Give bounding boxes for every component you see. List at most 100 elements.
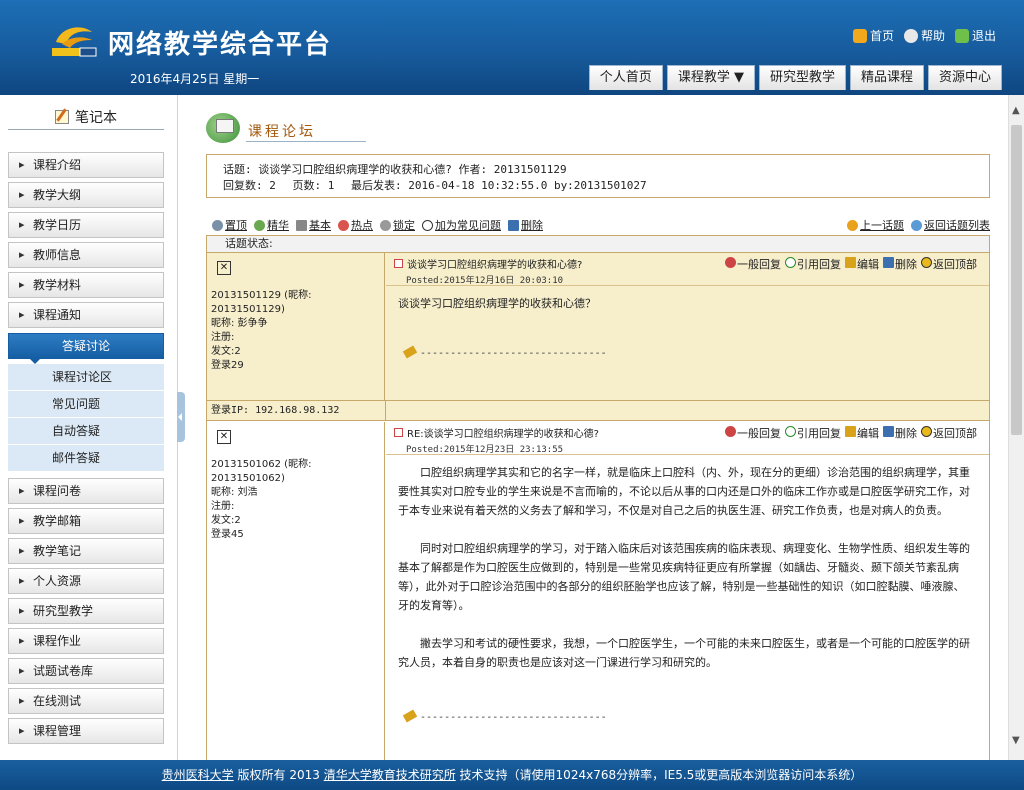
- post: ✕ 20131501129 (昵称: 20131501129) 昵称: 彭争争 …: [207, 253, 989, 421]
- logout-icon: [954, 28, 969, 43]
- date-text: 2016年4月25日 星期一: [130, 72, 260, 86]
- sidebar-item-course-admin[interactable]: 课程管理: [8, 718, 164, 744]
- scroll-down-icon[interactable]: ▼: [1012, 735, 1020, 746]
- school-link[interactable]: 贵州医科大学: [162, 768, 234, 782]
- sidebar-item-notices[interactable]: 课程通知: [8, 302, 164, 328]
- edit-button[interactable]: 编辑: [845, 256, 879, 272]
- post-content: 谈谈学习口腔组织病理学的收获和心德? Posted:2015年12月16日 20…: [386, 253, 989, 400]
- avatar-placeholder-icon: ✕: [217, 261, 231, 275]
- topic-info: 话题: 谈谈学习口腔组织病理学的收获和心德? 作者: 20131501129 回…: [206, 154, 990, 198]
- reply-icon: [725, 257, 736, 268]
- sidebar-item-teacher-info[interactable]: 教师信息: [8, 242, 164, 268]
- sidebar-item-materials[interactable]: 教学材料: [8, 272, 164, 298]
- main-nav: 个人首页 课程教学 ▼ 研究型教学 精品课程 资源中心: [588, 65, 1002, 90]
- tab-quality-courses[interactable]: 精品课程: [849, 65, 924, 90]
- tab-research-teaching[interactable]: 研究型教学: [758, 65, 846, 90]
- quote-reply-button[interactable]: 引用回复: [785, 256, 841, 272]
- post-actions: 一般回复 引用回复 编辑 删除 返回顶部: [725, 425, 977, 441]
- logo-icon: [48, 22, 100, 58]
- notebook-link[interactable]: 笔记本: [8, 105, 164, 130]
- sidebar-item-personal-resources[interactable]: 个人资源: [8, 568, 164, 594]
- pin-button[interactable]: 置顶: [212, 217, 247, 233]
- hot-button[interactable]: 热点: [338, 217, 373, 233]
- sidebar-item-mailbox[interactable]: 教学邮箱: [8, 508, 164, 534]
- home-link[interactable]: 首页: [852, 27, 894, 44]
- sidebar-item-notes[interactable]: 教学笔记: [8, 538, 164, 564]
- page-count: 页数: 1: [292, 179, 335, 192]
- sidebar-item-calendar[interactable]: 教学日历: [8, 212, 164, 238]
- quote-icon: [785, 426, 796, 437]
- tab-personal-home[interactable]: 个人首页: [588, 65, 663, 90]
- notebook-icon: [55, 110, 69, 124]
- sidebar-sub-auto-qa[interactable]: 自动答疑: [8, 418, 164, 445]
- last-post: 最后发表: 2016-04-18 10:32:55.0 by:201315010…: [351, 179, 647, 192]
- post-author: ✕ 20131501129 (昵称: 20131501129) 昵称: 彭争争 …: [207, 253, 385, 400]
- pencil-icon: [845, 426, 856, 437]
- up-arrow-icon: [921, 426, 932, 437]
- sidebar-sub-forum[interactable]: 课程讨论区: [8, 364, 164, 391]
- featured-icon: [254, 219, 265, 231]
- post-subject: 谈谈学习口腔组织病理学的收获和心德?: [407, 260, 583, 271]
- post-ip: 登录IP: 192.168.98.132: [207, 400, 989, 421]
- delete-button[interactable]: 删除: [883, 425, 917, 441]
- back-to-list-link[interactable]: 返回话题列表: [911, 217, 990, 233]
- sidebar-item-question-bank[interactable]: 试题试卷库: [8, 658, 164, 684]
- sidebar-item-survey[interactable]: 课程问卷: [8, 478, 164, 504]
- tab-course-teaching[interactable]: 课程教学 ▼: [666, 65, 755, 90]
- scroll-up-icon[interactable]: ▲: [1012, 105, 1020, 116]
- topic-toolbar: 置顶 精华 基本 热点 锁定 加为常见问题 删除 上一话题 返回话题列表: [212, 217, 990, 233]
- sidebar-item-online-test[interactable]: 在线测试: [8, 688, 164, 714]
- sidebar-item-research[interactable]: 研究型教学: [8, 598, 164, 624]
- back-to-top-button[interactable]: 返回顶部: [921, 425, 977, 441]
- sidebar-item-qa[interactable]: 答疑讨论: [8, 333, 164, 364]
- post-time: Posted:2015年12月16日 20:03:10: [406, 276, 564, 286]
- reply-count: 回复数: 2: [223, 179, 276, 192]
- help-link[interactable]: 帮助: [903, 27, 945, 44]
- quote-reply-button[interactable]: 引用回复: [785, 425, 841, 441]
- sidebar-item-course-intro[interactable]: 课程介绍: [8, 152, 164, 178]
- basic-icon: [296, 219, 307, 231]
- trash-icon: [883, 426, 894, 437]
- logout-link[interactable]: 退出: [954, 27, 996, 44]
- post-body: 谈谈学习口腔组织病理学的收获和心德？: [398, 297, 596, 310]
- prev-topic-link[interactable]: 上一话题: [847, 217, 904, 233]
- post-subject: RE:谈谈学习口腔组织病理学的收获和心德?: [407, 429, 599, 440]
- trash-icon: [508, 219, 519, 231]
- sidebar-collapse-handle[interactable]: [177, 392, 185, 442]
- sidebar-item-homework[interactable]: 课程作业: [8, 628, 164, 654]
- reply-button[interactable]: 一般回复: [725, 425, 781, 441]
- hot-icon: [338, 219, 349, 231]
- scrollbar[interactable]: ▲ ▼: [1008, 95, 1024, 760]
- pencil-icon: [402, 345, 418, 359]
- footer: 贵州医科大学 版权所有 2013 清华大学教育技术研究所 技术支持（请使用102…: [0, 760, 1024, 790]
- basic-button[interactable]: 基本: [296, 217, 331, 233]
- sidebar-item-syllabus[interactable]: 教学大纲: [8, 182, 164, 208]
- back-to-top-button[interactable]: 返回顶部: [921, 256, 977, 272]
- question-icon: [422, 219, 433, 231]
- edit-button[interactable]: 编辑: [845, 425, 879, 441]
- avatar-placeholder-icon: ✕: [217, 430, 231, 444]
- tab-resource-center[interactable]: 资源中心: [927, 65, 1002, 90]
- post-signature: -------------------------------: [402, 345, 607, 359]
- reply-button[interactable]: 一般回复: [725, 256, 781, 272]
- institute-link[interactable]: 清华大学教育技术研究所: [324, 768, 456, 782]
- featured-button[interactable]: 精华: [254, 217, 289, 233]
- sidebar-sub-mail-qa[interactable]: 邮件答疑: [8, 445, 164, 472]
- forum-icon: [206, 113, 240, 143]
- trash-icon: [883, 257, 894, 268]
- main-content: 课程论坛 话题: 谈谈学习口腔组织病理学的收获和心德? 作者: 20131501…: [186, 95, 1008, 760]
- forum-title: 课程论坛: [206, 111, 366, 145]
- delete-topic-button[interactable]: 删除: [508, 217, 543, 233]
- list-icon: [911, 219, 922, 231]
- lock-button[interactable]: 锁定: [380, 217, 415, 233]
- post-content: RE:谈谈学习口腔组织病理学的收获和心德? Posted:2015年12月23日…: [386, 422, 989, 723]
- arrow-icon: [847, 219, 858, 231]
- up-arrow-icon: [921, 257, 932, 268]
- sidebar-sub-faq[interactable]: 常见问题: [8, 391, 164, 418]
- lock-icon: [380, 219, 391, 231]
- topic-line: 话题: 谈谈学习口腔组织病理学的收获和心德? 作者: 20131501129: [223, 163, 567, 176]
- add-faq-button[interactable]: 加为常见问题: [422, 217, 501, 233]
- thread: 话题状态: ✕ 20131501129 (昵称: 20131501129) 昵称…: [206, 235, 990, 760]
- delete-button[interactable]: 删除: [883, 256, 917, 272]
- scrollbar-thumb[interactable]: [1011, 125, 1022, 435]
